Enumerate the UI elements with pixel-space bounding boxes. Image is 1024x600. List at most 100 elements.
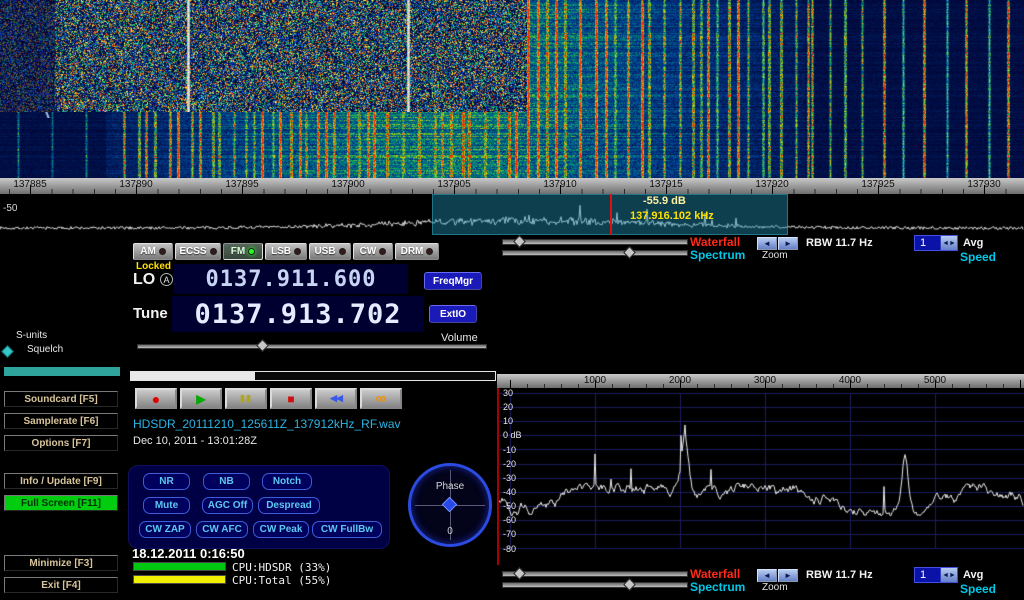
top-display-upper-slider[interactable]: [502, 239, 688, 245]
slider-thumb[interactable]: [513, 235, 526, 248]
dsp-notch-button[interactable]: Notch: [262, 473, 312, 490]
menu-soundcard-button[interactable]: Soundcard [F5]: [4, 391, 118, 407]
avg-select[interactable]: 1 ◄►: [914, 567, 958, 583]
audio-frequency-scale[interactable]: 1000 2000 3000 4000 5000: [497, 374, 1024, 388]
spectrum-tab[interactable]: Spectrum: [690, 580, 745, 594]
menu-label: Minimize [F3]: [29, 558, 92, 569]
db-tick-label: -30: [503, 473, 537, 483]
zoom-out-button[interactable]: ◄: [757, 569, 777, 582]
tune-frequency-display[interactable]: 0137.913.702: [172, 296, 424, 332]
avg-value: 1: [915, 237, 940, 249]
dsp-mute-button[interactable]: Mute: [143, 497, 190, 514]
menu-label: Options [F7]: [32, 438, 91, 449]
dsp-cwzap-button[interactable]: CW ZAP: [139, 521, 191, 538]
audio-tick-label: 5000: [915, 375, 955, 386]
db-tick-label: 0 dB: [503, 430, 537, 440]
menu-label: Samplerate [F6]: [23, 416, 98, 427]
dsp-cwpeak-button[interactable]: CW Peak: [253, 521, 309, 538]
dsp-cwfullbw-button[interactable]: CW FullBw: [312, 521, 382, 538]
frequency-scale[interactable]: 137885 137890 137895 137900 137905 13791…: [0, 178, 1024, 194]
mode-usb-button[interactable]: USB: [309, 243, 351, 260]
tune-cursor: [610, 194, 612, 235]
cursor-freq-readout: 137.916.102 kHz: [630, 210, 714, 222]
zoom-label: Zoom: [762, 582, 788, 593]
menu-options-button[interactable]: Options [F7]: [4, 435, 118, 451]
top-display-lower-slider[interactable]: [502, 250, 688, 256]
freq-tick-label: 137930: [962, 179, 1006, 190]
mode-drm-button[interactable]: DRM: [395, 243, 439, 260]
freq-tick-label: 137910: [538, 179, 582, 190]
hdsdr-window: 30 137885 137890 137895 137900 137905 13…: [0, 0, 1024, 600]
menu-minimize-button[interactable]: Minimize [F3]: [4, 555, 118, 571]
db-tick-label: -20: [503, 459, 537, 469]
avg-select[interactable]: 1 ◄►: [914, 235, 958, 251]
mode-lsb-button[interactable]: LSB: [265, 243, 307, 260]
volume-slider[interactable]: [137, 344, 487, 349]
freq-tick-label: 137885: [8, 179, 52, 190]
dsp-nb-button[interactable]: NB: [203, 473, 250, 490]
db-tick-label: -50: [503, 501, 537, 511]
db-tick-label: 10: [503, 416, 537, 426]
dsp-despread-button[interactable]: Despread: [258, 497, 320, 514]
dsp-cwafc-button[interactable]: CW AFC: [196, 521, 248, 538]
menu-fullscreen-button[interactable]: Full Screen [F11]: [4, 495, 118, 511]
waterfall-tab[interactable]: Waterfall: [690, 567, 740, 581]
slider-thumb[interactable]: [623, 578, 636, 591]
stop-icon: ■: [287, 392, 294, 406]
record-button[interactable]: ●: [135, 388, 177, 409]
pause-button[interactable]: ▮▮: [225, 388, 267, 409]
dsp-nr-button[interactable]: NR: [143, 473, 190, 490]
mode-am-button[interactable]: AM: [133, 243, 173, 260]
mode-cw-button[interactable]: CW: [353, 243, 393, 260]
bottom-display-lower-slider[interactable]: [502, 582, 688, 588]
mode-led-icon: [159, 248, 166, 255]
mode-led-icon: [426, 248, 433, 255]
freqmgr-button[interactable]: FreqMgr: [424, 272, 482, 290]
rewind-button[interactable]: ◀◀: [315, 388, 357, 409]
bottom-display-upper-slider[interactable]: [502, 571, 688, 577]
audio-spectrum-canvas[interactable]: [499, 388, 1024, 565]
db-tick-label: -70: [503, 529, 537, 539]
mode-led-icon: [294, 248, 301, 255]
db-tick-label: 30: [503, 388, 537, 398]
slider-thumb[interactable]: [623, 246, 636, 259]
mode-ecss-button[interactable]: ECSS: [175, 243, 221, 260]
frequency-pan-fill: [131, 372, 255, 380]
slider-thumb[interactable]: [513, 567, 526, 580]
spectrum-tab[interactable]: Spectrum: [690, 248, 745, 262]
spin-arrows-icon[interactable]: ◄►: [940, 568, 957, 582]
signal-level-bar: [4, 367, 120, 376]
lo-channel-button[interactable]: A: [160, 273, 173, 286]
speed-label: Speed: [960, 582, 996, 596]
spin-arrows-icon[interactable]: ◄►: [940, 236, 957, 250]
mode-fm-button[interactable]: FM: [223, 243, 263, 260]
zoom-out-button[interactable]: ◄: [757, 237, 777, 250]
recording-file-name: HDSDR_20111210_125611Z_137912kHz_RF.wav: [133, 417, 401, 431]
phase-indicator[interactable]: Phase 0: [408, 463, 492, 547]
loop-button[interactable]: ∞: [360, 388, 402, 409]
audio-waterfall[interactable]: [0, 0, 527, 112]
lo-frequency-display[interactable]: 0137.911.600: [174, 264, 408, 294]
extio-button[interactable]: ExtIO: [429, 305, 477, 323]
cpu-hdsdr-bar: [133, 562, 226, 571]
overview-spectrum[interactable]: -50 -55.9 dB 137.916.102 kHz: [0, 194, 1024, 235]
lo-label: LO: [133, 271, 155, 289]
dsp-agc-button[interactable]: AGC Off: [202, 497, 253, 514]
freq-tick-label: 137925: [856, 179, 900, 190]
rewind-icon: ◀◀: [330, 393, 342, 404]
speed-label: Speed: [960, 250, 996, 264]
zoom-in-button[interactable]: ►: [778, 237, 798, 250]
frequency-pan-slider[interactable]: [130, 371, 496, 381]
stop-button[interactable]: ■: [270, 388, 312, 409]
play-button[interactable]: ▶: [180, 388, 222, 409]
menu-exit-button[interactable]: Exit [F4]: [4, 577, 118, 593]
mode-label: ECSS: [179, 246, 206, 257]
waterfall-tab[interactable]: Waterfall: [690, 235, 740, 249]
audio-spectrum[interactable]: 30 20 10 0 dB -10 -20 -30 -40 -50 -60 -7…: [497, 388, 1024, 565]
menu-info-update-button[interactable]: Info / Update [F9]: [4, 473, 118, 489]
freq-tick-label: 137900: [326, 179, 370, 190]
squelch-slider[interactable]: [1, 345, 14, 358]
menu-samplerate-button[interactable]: Samplerate [F6]: [4, 413, 118, 429]
zoom-in-button[interactable]: ►: [778, 569, 798, 582]
volume-slider-thumb[interactable]: [256, 339, 269, 352]
